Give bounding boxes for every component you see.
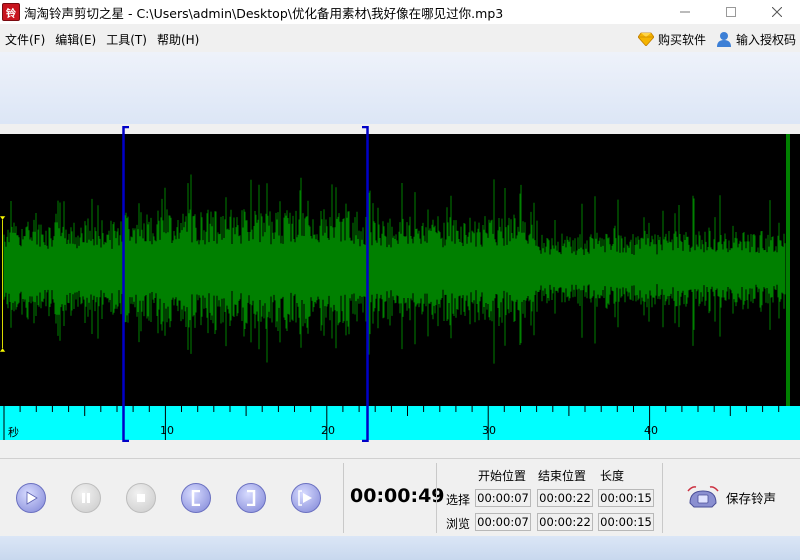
set-start-icon	[191, 490, 200, 506]
play-button[interactable]	[16, 483, 46, 513]
browse-length-field[interactable]: 00:00:15	[598, 513, 654, 531]
minimize-icon[interactable]	[662, 0, 708, 24]
pause-button[interactable]	[71, 483, 101, 513]
buy-software-label: 购买软件	[657, 32, 706, 47]
header-end-position: 结束位置	[538, 469, 587, 483]
row-label-browse: 浏览	[446, 517, 471, 531]
enter-license-button[interactable]: 输入授权码	[716, 31, 796, 48]
ruler-tick-label: 10	[160, 424, 174, 437]
toolbar-band	[0, 52, 800, 124]
stop-button[interactable]	[126, 483, 156, 513]
separator	[343, 463, 344, 533]
row-label-select: 选择	[446, 493, 471, 507]
end-marker	[786, 134, 790, 406]
ringtone-icon	[687, 486, 719, 508]
app-window: 铃 淘淘铃声剪切之星 - C:\Users\admin\Desktop\优化备用…	[0, 0, 800, 560]
menu-tools[interactable]: 工具(T)	[101, 31, 152, 48]
menu-edit[interactable]: 编辑(E)	[50, 31, 101, 48]
ruler-ticks	[3, 406, 780, 440]
enter-license-label: 输入授权码	[735, 32, 796, 47]
preview-selection-button[interactable]	[291, 483, 321, 513]
header-start-position: 开始位置	[478, 469, 527, 483]
menu-file[interactable]: 文件(F)	[0, 31, 50, 48]
separator	[436, 463, 437, 533]
select-length-field[interactable]: 00:00:15	[598, 489, 654, 507]
maximize-icon[interactable]	[708, 0, 754, 24]
pause-icon	[82, 493, 90, 503]
status-strip	[0, 536, 800, 560]
select-start-field[interactable]: 00:00:07	[475, 489, 531, 507]
browse-end-field[interactable]: 00:00:22	[537, 513, 593, 531]
preview-icon	[298, 490, 312, 506]
playhead-marker[interactable]	[0, 126, 6, 442]
diamond-icon	[637, 32, 654, 46]
menu-help[interactable]: 帮助(H)	[152, 31, 204, 48]
play-icon	[26, 491, 38, 505]
selection-end-bracket[interactable]	[361, 126, 369, 442]
select-end-field[interactable]: 00:00:22	[537, 489, 593, 507]
selection-start-bracket[interactable]	[122, 126, 130, 442]
stop-icon	[137, 494, 145, 502]
control-panel: 00:00:49 开始位置 结束位置 长度 选择 00:00:07 00:00:…	[0, 458, 800, 536]
menu-bar: 文件(F) 编辑(E) 工具(T) 帮助(H) 购买软件 输入授权码	[0, 28, 800, 50]
waveform	[3, 134, 790, 406]
set-end-button[interactable]	[236, 483, 266, 513]
current-time-display: 00:00:49	[350, 485, 445, 507]
save-ringtone-button[interactable]: 保存铃声	[686, 483, 776, 511]
title-bar: 铃 淘淘铃声剪切之星 - C:\Users\admin\Desktop\优化备用…	[0, 0, 800, 24]
app-icon: 铃	[2, 3, 20, 21]
buy-software-button[interactable]: 购买软件	[637, 31, 706, 48]
set-start-button[interactable]	[181, 483, 211, 513]
user-icon	[716, 32, 731, 47]
save-ringtone-label: 保存铃声	[726, 490, 777, 506]
time-ruler[interactable]: 秒 10 20 30 40	[0, 406, 800, 440]
close-icon[interactable]	[754, 0, 800, 24]
ruler-tick-label: 30	[482, 424, 496, 437]
browse-start-field[interactable]: 00:00:07	[475, 513, 531, 531]
waveform-view[interactable]	[0, 134, 800, 406]
window-title: 淘淘铃声剪切之星 - C:\Users\admin\Desktop\优化备用素材…	[24, 5, 504, 21]
ruler-tick-label: 40	[644, 424, 658, 437]
ruler-unit-label: 秒	[8, 426, 19, 439]
separator	[662, 463, 663, 533]
window-controls	[662, 0, 800, 24]
header-length: 长度	[600, 469, 625, 483]
set-end-icon	[247, 490, 256, 506]
ruler-tick-label: 20	[321, 424, 335, 437]
